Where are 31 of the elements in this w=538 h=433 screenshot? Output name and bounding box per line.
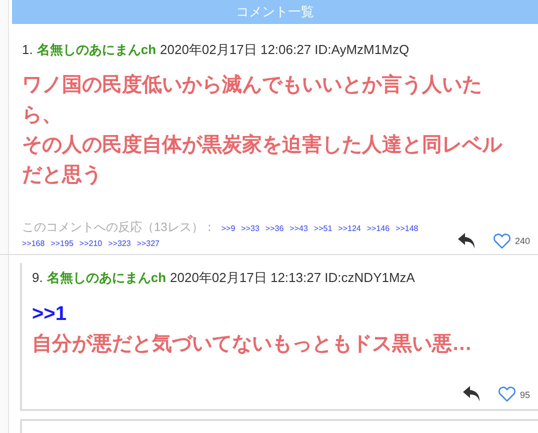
reply-link[interactable]: >>33	[241, 222, 260, 234]
reply-link[interactable]: >>9	[221, 222, 236, 234]
reply-link[interactable]: >>124	[338, 222, 361, 234]
comment-text: ワノ国の民度低いから滅んでもいいとか言う人いたら、	[22, 72, 483, 128]
reply-link[interactable]: >>195	[50, 238, 74, 250]
heart-icon[interactable]	[498, 386, 516, 402]
comment-number: 1.	[22, 41, 33, 59]
heart-icon[interactable]	[492, 232, 511, 248]
comment-number: 9.	[32, 268, 43, 286]
reply-link[interactable]: >>327	[136, 238, 160, 250]
reply-link[interactable]: >>168	[22, 238, 45, 250]
reply-icon[interactable]	[456, 232, 477, 250]
reply-link[interactable]: >>323	[108, 238, 131, 250]
anchor-link[interactable]: >>1	[32, 301, 530, 327]
reply-link[interactable]: >>210	[79, 238, 102, 250]
author-name: 名無しのあにまんch	[46, 268, 166, 287]
comment-meta: 2020年02月17日 12:06:27 ID:AyMzM1MzQ	[160, 41, 410, 59]
reactions-label: このコメントへの反応（13レス）：	[22, 218, 216, 236]
like-count: 95	[520, 388, 530, 402]
section-title: コメント一覧	[236, 3, 314, 22]
reply-link[interactable]: >>146	[366, 222, 390, 234]
reply-link[interactable]: >>36	[265, 222, 284, 234]
comment-text: 自分が悪だと気づいてないもっともドス黒い悪…	[32, 332, 473, 357]
author-name: 名無しのあにまんch	[36, 41, 156, 59]
like-count: 240	[514, 235, 530, 248]
reply-link[interactable]: >>51	[314, 222, 332, 234]
comment-text: その人の民度自体が黒炭家を迫害した人達と同レベルだと思う	[22, 132, 504, 188]
reply-link[interactable]: >>148	[396, 222, 418, 234]
reply-icon[interactable]	[462, 385, 482, 403]
comment-meta: 2020年02月17日 12:13:27 ID:czNDY1MzA	[170, 268, 415, 286]
reply-link[interactable]: >>43	[290, 222, 308, 234]
